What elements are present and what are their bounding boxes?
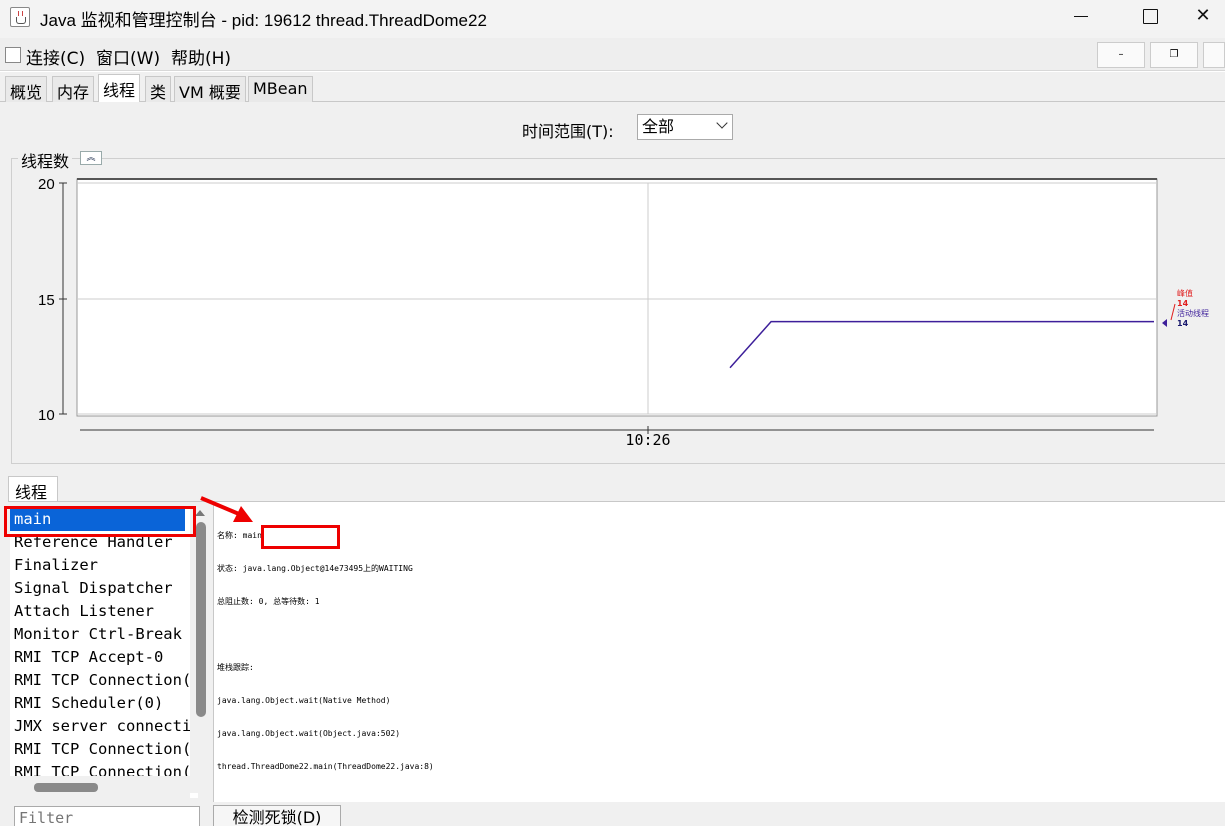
y-tick-label-10: 10 <box>38 407 55 424</box>
legend-active-name: 活动线程 <box>1177 308 1209 318</box>
thread-detail-text: 名称: main 状态: java.lang.Object@14e73495上的… <box>217 508 434 794</box>
y-tick-label-15: 15 <box>38 292 55 309</box>
time-range-select[interactable]: 全部 <box>637 114 733 140</box>
detail-line-state: 状态: java.lang.Object@14e73495上的WAITING <box>217 564 413 573</box>
time-range-value: 全部 <box>642 117 675 136</box>
thread-count-chart: 20 15 10 10:26 峰值 14 活动线程 14 <box>38 176 1209 449</box>
time-range-label: 时间范围(T): <box>522 122 614 141</box>
thread-item[interactable]: JMX server connecti <box>10 715 198 738</box>
close-icon[interactable]: ✕ <box>1180 0 1225 32</box>
thread-filter-input[interactable] <box>14 806 200 826</box>
java-app-icon <box>10 7 30 27</box>
tab-memory[interactable]: 内存 <box>52 76 95 102</box>
thread-item[interactable]: Attach Listener <box>10 600 198 623</box>
inner-restore-button[interactable]: ❐ <box>1150 42 1198 68</box>
tab-vm-summary[interactable]: VM 概要 <box>174 76 246 102</box>
legend-marker <box>1162 319 1167 327</box>
legend-connector <box>1170 303 1176 321</box>
vertical-scroll-thumb[interactable] <box>196 522 206 717</box>
plot-area <box>76 178 1158 417</box>
thread-list[interactable]: main Reference Handler Finalizer Signal … <box>10 508 198 798</box>
y-tick-label-20: 20 <box>38 176 55 193</box>
thread-area: main Reference Handler Finalizer Signal … <box>8 501 1225 826</box>
window-title: Java 监视和管理控制台 - pid: 19612 thread.Thread… <box>40 11 487 30</box>
minimize-icon[interactable] <box>1058 0 1104 32</box>
inner-close-button[interactable] <box>1203 42 1225 68</box>
threads-panel: 时间范围(T): 全部 线程数 ︽ 20 15 10 10:26 峰值 14 活 <box>0 102 1225 826</box>
java-menu-icon[interactable] <box>5 47 21 63</box>
detail-line-counts: 总阻止数: 0, 总等待数: 1 <box>217 597 320 606</box>
thread-item[interactable]: Finalizer <box>10 554 198 577</box>
legend-peak-name: 峰值 <box>1177 288 1193 298</box>
detail-line-stack-frame: java.lang.Object.wait(Object.java:502) <box>217 729 401 738</box>
thread-detail-panel: 名称: main 状态: java.lang.Object@14e73495上的… <box>213 502 1225 802</box>
thread-list-vertical-scrollbar[interactable] <box>190 508 212 793</box>
thread-item[interactable]: RMI TCP Connection( <box>10 669 198 692</box>
legend-active-value: 14 <box>1177 319 1189 328</box>
tab-overview[interactable]: 概览 <box>5 76 48 102</box>
annotation-box-wait-count <box>261 525 340 549</box>
menu-connection[interactable]: 连接(C) <box>26 44 85 69</box>
annotation-arrow <box>200 496 253 522</box>
thread-item[interactable]: RMI TCP Accept-0 <box>10 646 198 669</box>
horizontal-scroll-thumb[interactable] <box>34 783 98 792</box>
detail-line-stack-header: 堆栈跟踪: <box>217 663 254 672</box>
title-bar: Java 监视和管理控制台 - pid: 19612 thread.Thread… <box>0 0 1225 38</box>
maximize-icon[interactable] <box>1127 0 1173 32</box>
detail-line-stack-frame: java.lang.Object.wait(Native Method) <box>217 696 391 705</box>
thread-item[interactable]: RMI TCP Connection( <box>10 738 198 761</box>
detail-line-stack-frame: thread.ThreadDome22.main(ThreadDome22.ja… <box>217 762 434 771</box>
menu-help[interactable]: 帮助(H) <box>171 44 231 69</box>
thread-item[interactable]: RMI Scheduler(0) <box>10 692 198 715</box>
tab-threads[interactable]: 线程 <box>98 74 141 103</box>
thread-list-horizontal-scrollbar[interactable] <box>10 776 190 798</box>
tab-bar: 概览 内存 线程 类 VM 概要 MBean <box>0 72 1225 103</box>
thread-item[interactable]: Monitor Ctrl-Break <box>10 623 198 646</box>
menu-window[interactable]: 窗口(W) <box>96 44 160 69</box>
annotation-box-main-thread <box>4 506 196 537</box>
thread-item[interactable]: Signal Dispatcher <box>10 577 198 600</box>
tab-mbean[interactable]: MBean <box>248 76 313 102</box>
detect-deadlock-button[interactable]: 检测死锁(D) <box>213 805 341 826</box>
menu-bar: 连接(C) 窗口(W) 帮助(H) – ❐ <box>0 38 1225 71</box>
threads-subtab[interactable]: 线程 <box>8 476 58 502</box>
inner-minimize-button[interactable]: – <box>1097 42 1145 68</box>
x-tick-label-1026: 10:26 <box>625 431 670 449</box>
chevron-down-icon <box>716 117 728 129</box>
legend-peak-value: 14 <box>1177 299 1189 308</box>
tab-classes[interactable]: 类 <box>145 76 172 102</box>
detail-line-blank <box>217 629 434 640</box>
